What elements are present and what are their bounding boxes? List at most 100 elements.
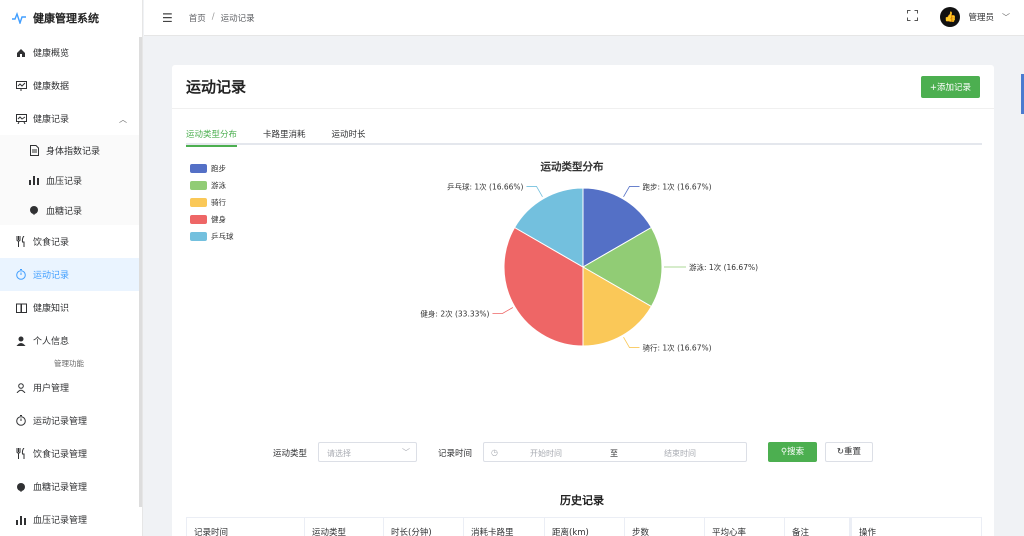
search-button[interactable]: ⚲搜索 [768,442,817,462]
range-separator: 至 [610,449,618,458]
column-header: 备注 [785,518,850,536]
sidebar-item-user-management[interactable]: 用户管理 [0,371,142,404]
chevron-down-icon[interactable]: ﹀ [1002,12,1010,23]
reset-button-label: 重置 [844,447,862,457]
sidebar-item-label: 健康数据 [33,82,70,92]
clock-icon: ◷ [491,448,498,457]
sidebar-item-blood-pressure-management[interactable]: 血压记录管理 [0,503,142,536]
user-icon [15,335,27,347]
app-title: 健康管理系统 [33,12,99,25]
history-table-header: 记录时间 运动类型 时长(分钟) 消耗卡路里 距离(km) 步数 平均心率 备注… [186,517,982,536]
column-header: 操作 [850,518,981,536]
topbar: ☰ 首页 / 运动记录 👍 管理员 ﹀ [144,0,1024,36]
sidebar-item-health-records[interactable]: 健康记录 ︿ [0,102,142,135]
sidebar-item-label: 健康概览 [33,49,70,59]
column-header: 消耗卡路里 [464,518,545,536]
filter-bar: 运动类型 请选择 ﹀ 记录时间 ◷ 开始时间 至 结束时间 ⚲搜索 ↻重置 [172,441,994,463]
sidebar-group-title: 管理功能 [54,359,84,368]
label-leader-line [623,186,640,198]
document-icon [28,144,40,156]
sidebar-item-knowledge[interactable]: 健康知识 [0,291,142,324]
timer-icon [15,269,27,281]
time-filter-label: 记录时间 [438,449,473,459]
heartbeat-icon [12,12,26,24]
sidebar-item-label: 身体指数记录 [46,146,101,157]
drop-icon [28,204,40,216]
sidebar-item-exercise[interactable]: 运动记录 [0,258,142,291]
slice-label: 跑步: 1次 (16.67%) [643,181,712,191]
label-leader-line [623,336,640,348]
reset-button[interactable]: ↻重置 [825,442,873,462]
type-select-placeholder: 请选择 [327,449,351,458]
monitor-chart-icon [15,80,27,92]
sidebar-item-blood-pressure[interactable]: 血压记录 [0,165,142,195]
column-header: 运动类型 [305,518,384,536]
breadcrumb-separator: / [211,11,215,22]
sidebar-item-label: 运动记录 [33,271,70,281]
username[interactable]: 管理员 [968,11,994,23]
sidebar-item-profile[interactable]: 个人信息 [0,324,142,357]
start-time-input[interactable]: 开始时间 [530,448,562,459]
sidebar: 健康管理系统 健康概览 健康数据 健康记录 ︿ 身体指数记录 血压记录 血糖记录… [0,0,143,536]
fork-knife-icon [15,236,27,248]
label-leader-line [526,186,543,198]
breadcrumb-current: 运动记录 [220,13,255,24]
date-range-picker[interactable]: ◷ 开始时间 至 结束时间 [483,442,747,462]
sidebar-item-label: 血糖记录 [46,206,83,217]
fullscreen-icon[interactable] [907,10,919,24]
type-select[interactable]: 请选择 ﹀ [318,442,417,462]
sidebar-item-label: 健康知识 [33,304,70,314]
sidebar-item-label: 饮食记录 [33,238,70,248]
bar-chart-icon [15,514,27,526]
book-icon [15,302,27,314]
drop-icon [15,481,27,493]
end-time-input[interactable]: 结束时间 [664,448,696,459]
sidebar-item-label: 饮食记录管理 [33,450,88,460]
refresh-icon: ↻ [836,447,845,457]
sidebar-item-label: 血糖记录管理 [33,483,88,493]
sidebar-item-exercise-management[interactable]: 运动记录管理 [0,404,142,437]
sidebar-item-overview[interactable]: 健康概览 [0,36,142,69]
main-content: 运动记录 +添加记录 运动类型分布 卡路里消耗 运动时长 跑步 游泳 骑行 健身 乒乓球… [144,37,1024,536]
slice-label: 乒乓球: 1次 (16.66%) [447,181,524,191]
brand[interactable]: 健康管理系统 [0,0,142,36]
sidebar-item-label: 血压记录管理 [33,516,88,526]
slice-label: 骑行: 1次 (16.67%) [643,343,712,353]
user-outline-icon [15,382,27,394]
pie-chart: 跑步: 1次 (16.67%) 游泳: 1次 (16.67%) 骑行: 1次 (16… [420,181,758,353]
sidebar-item-label: 运动记录管理 [33,417,88,427]
user-area: 👍 管理员 ﹀ [907,7,1010,27]
exercise-card: 运动记录 +添加记录 运动类型分布 卡路里消耗 运动时长 跑步 游泳 骑行 健身 乒乓球… [172,65,994,536]
search-button-label: 搜索 [787,447,805,457]
sidebar-item-body-index[interactable]: 身体指数记录 [0,135,142,165]
sidebar-item-diet[interactable]: 饮食记录 [0,225,142,258]
sidebar-item-blood-sugar[interactable]: 血糖记录 [0,195,142,225]
sidebar-item-blood-sugar-management[interactable]: 血糖记录管理 [0,470,142,503]
bar-chart-icon [28,174,40,186]
chevron-up-icon: ︿ [119,115,127,124]
sidebar-item-label: 健康记录 [33,115,70,125]
avatar[interactable]: 👍 [940,7,961,27]
timer-icon [15,415,27,427]
column-header: 步数 [625,518,705,536]
breadcrumb: 首页 / 运动记录 [189,12,255,24]
fork-knife-icon [15,448,27,460]
sidebar-item-label: 用户管理 [33,384,70,394]
home-icon [15,47,27,59]
slice-label: 健身: 2次 (33.33%) [420,309,489,319]
sidebar-scrollbar[interactable] [139,37,142,507]
column-header: 记录时间 [187,518,305,536]
presentation-icon [15,113,27,125]
menu-toggle-icon[interactable]: ☰ [162,11,173,25]
sidebar-item-label: 个人信息 [33,337,70,347]
column-header: 距离(km) [545,518,625,536]
sidebar-item-health-data[interactable]: 健康数据 [0,69,142,102]
column-header: 平均心率 [705,518,785,536]
column-header: 时长(分钟) [384,518,464,536]
breadcrumb-home[interactable]: 首页 [189,12,206,24]
chevron-down-icon: ﹀ [402,448,410,457]
sidebar-item-diet-management[interactable]: 饮食记录管理 [0,437,142,470]
slice-label: 游泳: 1次 (16.67%) [689,262,758,272]
type-filter-label: 运动类型 [273,449,308,459]
label-leader-line [492,307,514,314]
